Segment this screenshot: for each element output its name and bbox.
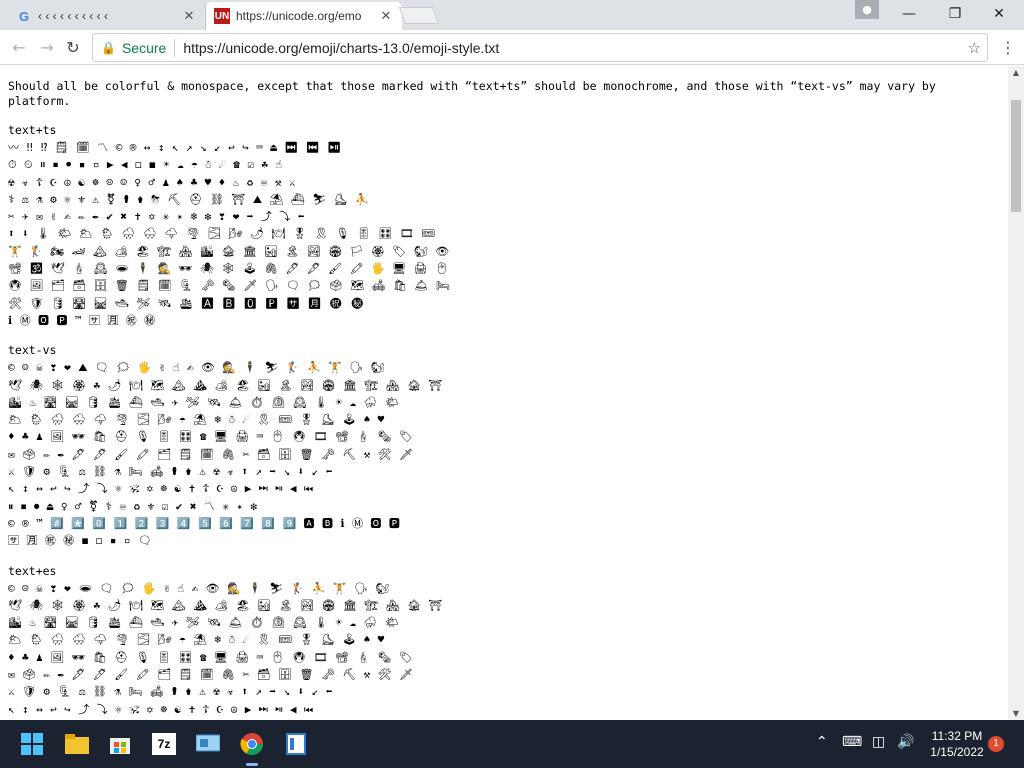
control-panel-icon[interactable]	[192, 728, 224, 760]
menu-icon[interactable]: ⋮	[1000, 38, 1016, 57]
emoji-row: ✂ ✈ ✉ ✌ ✍ ✏ ✒ ✔ ✖ ✝ ✡ ✳ ✴ ❄ ❇ ❣ ❤ ➡ ⤴ ⤵ …	[8, 210, 305, 224]
emoji-section: text+es © ☹ ☠ ❣ ❤ 🕳 🗨 🗯 🖐 ✌ ☝ ✍ 👁 🕵 🕴 ⛷ 🏌…	[8, 564, 1008, 718]
7zip-icon[interactable]: 7z	[148, 728, 180, 760]
section-heading: text+es	[8, 563, 57, 578]
scrollbar-thumb[interactable]	[1011, 100, 1021, 212]
secure-label: Secure	[121, 39, 167, 56]
emoji-section: text-vs © ☺ ☠ ❣ ❤ ⛰ 🗨 🗯 🖐 ✌ ☝ ✍ 👁 🕵 🕴 ⛷ 🏌…	[8, 343, 1008, 549]
emoji-row: 🈂 🈷 ㊗ ㊙ ◼ ◻ ▪ ▫ 🗨	[8, 534, 153, 548]
emoji-row: ⏸ ⏹ ⏺ ⏏ ♀ ♂ ⚧ ⚕ ♾ ♻ ⚜ ☑ ✔ ✖ 〽 ✳ ✴ ❇	[8, 499, 258, 513]
keyboard-icon[interactable]: ⌨	[842, 734, 862, 750]
volume-icon[interactable]: 🔊	[897, 734, 914, 750]
emoji-row: 〰 ‼ ⁉ 🗒 🗓 〽 © ® ↔ ↕ ↖ ↗ ↘ ↙ ↩ ↪ ⌨ ⏏ ⏭ ⏮ …	[8, 141, 342, 154]
lock-icon: 🔒	[101, 40, 116, 55]
taskbar: 7z ⌃ ⌨ ◫ 🔊 11:32 PM 1/15/2022	[0, 720, 1024, 768]
file-explorer-icon[interactable]	[61, 728, 93, 760]
emoji-section: text+ts 〰 ‼ ⁉ 🗒 🗓 〽 © ® ↔ ↕ ↖ ↗ ↘ ↙ ↩ ↪ ⌨…	[8, 123, 1008, 329]
minimize-button[interactable]: —	[886, 0, 932, 28]
emoji-row: ⚕ ⚖ ⚗ ⚙ ⚛ ⚜ ⚠ ⚧ ⚰ ⚱ ⛈ ⛏ ⛑ ⛓ ⛩ ⛰ ⛱ ⛴ ⛷ ⛸ …	[8, 192, 370, 206]
scroll-up-icon[interactable]: ▲	[1008, 68, 1024, 77]
scrollbar[interactable]: ▲ ▼	[1008, 66, 1024, 720]
back-arrow-icon[interactable]: ←	[8, 37, 30, 59]
notification-badge[interactable]: 1	[988, 736, 1004, 752]
emoji-row: ⏱ ⏲ ⏸ ⏹ ⏺ ▪ ▫ ▶ ◀ ◻ ◼ ☀ ☁ ☂ ☃ ☄ ☎ ☑ ☘ ☝	[8, 158, 283, 172]
close-window-button[interactable]: ✕	[976, 0, 1022, 28]
emoji-row: 🕊 🕷 🕸 🏵 ☘ 🌶 🍽 🗺 🏔 ⛰ 🏕 🏖 🏜 🏝 🏞 🏟 🏛 🏗 🏘 🏚 …	[8, 378, 443, 392]
emoji-row: ♦ ♣ ♟ 🖼 🕶 🛍 ⛑ 🎙 🎚 🎛 ☎ 🖥 🖨 ⌨ 🖱 🖲 🎞 📽 🕯 🗞 …	[8, 650, 414, 664]
page-content: Should all be colorful & monospace, exce…	[0, 66, 1008, 720]
emoji-row: 🕊 🕷 🕸 🏵 ☘ 🌶 🍽 🗺 🏔 ⛰ 🏕 🏖 🏜 🏝 🏞 🏟 🏛 🏗 🏘 🏚 …	[8, 598, 443, 612]
network-icon[interactable]: ◫	[872, 734, 885, 750]
emoji-row: 🏙 ♨ 🛣 🛤 🛢 🛳 ⛴ 🛥 ✈ 🛩 🛰 🛎 ⏱ ⏲ 🕰 🌡 ☀ ☁ ⛈ 🌤	[8, 616, 400, 630]
emoji-row: ♦ ♣ ♟ 🖼 🕶 🛍 ⛑ 🎙 🎚 🎛 ☎ 🖥 🖨 ⌨ 🖱 🖲 🎞 📽 🕯 🗞 …	[8, 430, 414, 444]
chrome-icon[interactable]	[236, 728, 268, 766]
emoji-row: 🛠 🛡 🛢 🛣 🛤 🛥 🛩 🛰 🛳 🅰 🅱 🅾 🅿 🈂 🈷 ㊗ ㊙	[8, 296, 365, 310]
tab-google[interactable]: G ‹ ‹ ‹ ‹ ‹ ‹ ‹ ‹ ‹ ‹ ✕	[8, 2, 206, 30]
section-heading: text-vs	[8, 343, 57, 358]
emoji-row: ☢ ☣ ☦ ☪ ☮ ☯ ☸ ☹ ☺ ♀ ♂ ♟ ♠ ♣ ♥ ♦ ♨ ♻ ♾ ⚒ …	[8, 175, 296, 189]
time: 11:32 PM	[931, 729, 983, 743]
bookmark-star-icon[interactable]: ☆	[968, 39, 981, 57]
emoji-row: ⚔ 🛡 ⚙ 🗜 ⚖ ⛓ ⚗ 🛏 🛋 ⚰ ⚱ ⚠ ☢ ☣ ⬆ ↗ ➡ ↘ ⬇ ↙ …	[8, 685, 333, 699]
clock[interactable]: 11:32 PM 1/15/2022	[918, 728, 996, 760]
emoji-row: 🌥 🌦 🌧 🌨 🌩 🌪 🌫 🌬 ☂ ⛱ ❄ ☃ ☄ 🎗 🎟 🎖 ⛸ 🕹 ♠ ♥	[8, 413, 385, 427]
notepad-icon[interactable]	[280, 728, 312, 760]
scroll-down-icon[interactable]: ▼	[1008, 709, 1024, 718]
emoji-row: 🏙 ♨ 🛣 🛤 🛢 🛳 ⛴ 🛥 ✈ 🛩 🛰 🛎 ⏱ ⏲ 🕰 🌡 ☀ ☁ ⛈ 🌤	[8, 395, 400, 409]
emoji-row: ↖ ↕ ↔ ↩ ↪ ⤴ ⤵ ⚛ 🕉 ✡ ☸ ☯ ✝ ☦ ☪ ☮ ▶ ⏭ ⏯ ◀ …	[8, 702, 314, 716]
section-heading: text+ts	[8, 123, 57, 137]
emoji-row: 📽 🕉 🕊 🕯 🕰 🕳 🕴 🕵 🕶 🕷 🕸 🕹 🖇 🖊 🖋 🖌 🖍 🖐 🖥 🖨 …	[8, 262, 450, 276]
store-icon[interactable]	[104, 728, 136, 760]
emoji-row: ⚔ 🛡 ⚙ 🗜 ⚖ ⛓ ⚗ 🛏 🛋 ⚰ ⚱ ⚠ ☢ ☣ ⬆ ↗ ➡ ↘ ⬇ ↙ …	[8, 465, 333, 479]
emoji-row: 🏋 🏌 🏍 🏎 🏔 🏕 🏖 🏗 🏘 🏙 🏚 🏛 🏜 🏝 🏞 🏟 🏳 🏵 🏷 🐿 …	[8, 244, 450, 258]
unicode-icon: UN	[214, 8, 230, 24]
emoji-row: ✉ 🗳 ✏ ✒ 🖋 🖊 🖌 🖍 🗂 🗒 🗓 🖇 ✂ 🗃 🗄 🗑 🗝 ⛏ ⚒ 🛠 …	[8, 668, 414, 682]
new-tab-button[interactable]	[398, 7, 440, 24]
chevron-up-icon[interactable]: ⌃	[816, 734, 828, 750]
browser-toolbar: ← → ↻ 🔒 Secure https://unicode.org/emoji…	[0, 30, 1024, 65]
tab-unicode[interactable]: UN https://unicode.org/emo ✕	[206, 2, 402, 30]
emoji-row: 🖲 🖼 🗂 🗃 🗄 🗑 🗒 🗓 🗜 🗝 🗞 🗡 🗣 🗨 🗯 🗳 🗺 🛋 🛍 🛎 …	[8, 279, 451, 293]
emoji-row: ⬆ ⬇ 🌡 🌤 🌥 🌦 🌧 🌨 🌩 🌪 🌫 🌬 🌶 🍽 🎖 🎗 🎙 🎚 🎛 🎞 …	[8, 227, 436, 241]
close-tab-icon[interactable]: ✕	[181, 8, 197, 24]
tab-title: ‹ ‹ ‹ ‹ ‹ ‹ ‹ ‹ ‹ ‹	[38, 9, 108, 23]
emoji-row: 🌥 🌦 🌧 🌨 🌩 🌪 🌫 🌬 ☂ ⛱ ❄ ☃ ☄ 🎗 🎟 🎖 ⛸ 🕹 ♠ ♥	[8, 633, 385, 647]
tab-title: https://unicode.org/emo	[236, 9, 362, 23]
close-tab-icon[interactable]: ✕	[378, 8, 394, 24]
url-text[interactable]: https://unicode.org/emoji/charts-13.0/em…	[183, 40, 499, 56]
tab-strip: G ‹ ‹ ‹ ‹ ‹ ‹ ‹ ‹ ‹ ‹ ✕ UN https://unico…	[0, 0, 1024, 30]
google-icon: G	[18, 8, 30, 24]
start-icon[interactable]	[16, 728, 48, 760]
date: 1/15/2022	[930, 745, 984, 759]
emoji-sections: text+ts 〰 ‼ ⁉ 🗒 🗓 〽 © ® ↔ ↕ ↖ ↗ ↘ ↙ ↩ ↪ ⌨…	[8, 123, 1008, 718]
forward-arrow-icon[interactable]: →	[36, 37, 58, 59]
emoji-row: ↖ ↕ ↔ ↩ ↪ ⤴ ⤵ ⚛ 🕉 ✡ ☸ ☯ ✝ ☦ ☪ ☮ ▶ ⏭ ⏯ ◀ …	[8, 482, 314, 496]
emoji-row: © ☹ ☠ ❣ ❤ 🕳 🗨 🗯 🖐 ✌ ☝ ✍ 👁 🕵 🕴 ⛷ 🏌 ⛹ 🏋 🗣 …	[8, 581, 390, 595]
profile-icon[interactable]: ●	[855, 0, 879, 19]
reload-icon[interactable]: ↻	[62, 37, 84, 59]
emoji-row: © ® ™ #️⃣ *️⃣ 0️⃣ 1️⃣ 2️⃣ 3️⃣ 4️⃣ 5️⃣ 6️…	[8, 516, 401, 530]
address-bar[interactable]: 🔒 Secure https://unicode.org/emoji/chart…	[92, 33, 988, 62]
maximize-button[interactable]: ❐	[932, 0, 978, 28]
emoji-row: ✉ 🗳 ✏ ✒ 🖋 🖊 🖌 🖍 🗂 🗒 🗓 🖇 ✂ 🗃 🗄 🗑 🗝 ⛏ ⚒ 🛠 …	[8, 447, 414, 461]
intro-text: Should all be colorful & monospace, exce…	[8, 79, 936, 108]
emoji-row: © ☺ ☠ ❣ ❤ ⛰ 🗨 🗯 🖐 ✌ ☝ ✍ 👁 🕵 🕴 ⛷ 🏌 ⛹ 🏋 🗣 …	[8, 361, 386, 375]
emoji-row: ℹ Ⓜ 🅾 🅿 ™ 🈂 🈷 ㊗ ㊙	[8, 313, 156, 327]
divider	[174, 38, 176, 57]
